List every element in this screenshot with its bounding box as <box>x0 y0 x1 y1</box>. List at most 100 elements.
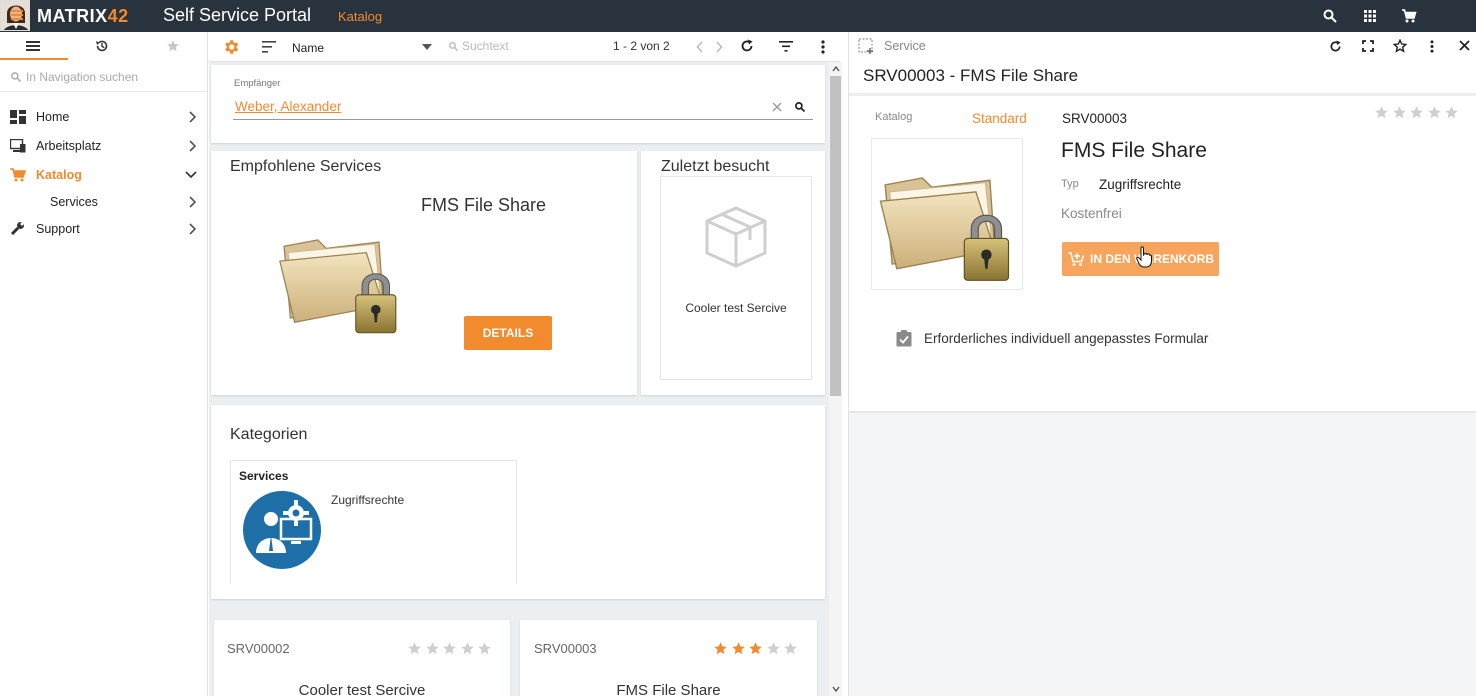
folder-lock-icon[interactable] <box>276 221 406 337</box>
workplace-icon <box>10 139 26 153</box>
list-item[interactable]: SRV00003 FMS File Share <box>520 620 817 696</box>
sidebar-item-home[interactable]: Home <box>0 104 207 130</box>
hand-cursor-icon <box>1136 246 1152 268</box>
cart-icon[interactable] <box>1401 8 1417 24</box>
settings-gear-icon[interactable] <box>222 38 240 56</box>
more-options-icon[interactable] <box>1430 40 1434 53</box>
navigation-search-placeholder: In Navigation suchen <box>26 70 139 84</box>
category-subtitle: Zugriffsrechte <box>331 493 405 507</box>
sidebar-item-support[interactable]: Support <box>0 216 207 242</box>
scroll-down-icon[interactable] <box>832 686 840 692</box>
chevron-down-icon <box>185 171 197 179</box>
sidebar-item-katalog[interactable]: Katalog <box>0 162 207 188</box>
recommended-service-name[interactable]: FMS File Share <box>421 195 546 216</box>
catalog-value[interactable]: Standard <box>972 111 1027 126</box>
user-settings-icon <box>243 491 321 569</box>
tab-navigation[interactable] <box>0 32 68 60</box>
navigation-search[interactable]: In Navigation suchen <box>0 62 207 92</box>
category-tile-services[interactable]: Services Zugriffsrechte <box>230 460 517 584</box>
list-toolbar: Name Suchtext 1 - 2 von 2 <box>209 32 840 62</box>
dropdown-arrow-icon[interactable] <box>422 44 432 50</box>
list-item-name: Cooler test Sercive <box>298 682 426 696</box>
scroll-up-icon[interactable] <box>832 66 840 72</box>
recent-item-name: Cooler test Sercive <box>685 301 787 315</box>
recommended-heading: Empfohlene Services <box>230 158 382 175</box>
apps-grid-icon[interactable] <box>1362 8 1378 24</box>
rating-star-icon[interactable] <box>1409 105 1424 120</box>
favorite-star-icon[interactable] <box>1393 39 1407 53</box>
tab-favorites[interactable] <box>138 32 206 60</box>
categories-heading: Kategorien <box>230 426 308 443</box>
rating-star-icon[interactable] <box>731 641 746 656</box>
content-scrollbar[interactable] <box>829 62 842 696</box>
service-id: SRV00003 <box>1062 111 1128 126</box>
refresh-icon[interactable] <box>740 39 754 53</box>
chevron-right-icon <box>189 140 197 152</box>
rating-star-icon[interactable] <box>442 641 457 656</box>
rating-star-icon[interactable] <box>1374 105 1389 120</box>
recommended-services-card: Empfohlene Services FMS File Share DETAI… <box>211 151 637 395</box>
rating-star-icon[interactable] <box>425 641 440 656</box>
sidebar-item-arbeitsplatz[interactable]: Arbeitsplatz <box>0 133 207 159</box>
list-search-input[interactable]: Suchtext <box>462 39 509 53</box>
rating-star-icon[interactable] <box>748 641 763 656</box>
wrench-icon <box>10 222 24 236</box>
breadcrumb-katalog[interactable]: Katalog <box>338 9 382 24</box>
service-select-icon[interactable] <box>858 38 875 55</box>
detail-header: Service <box>849 32 1476 60</box>
service-image <box>871 138 1023 290</box>
list-item[interactable]: SRV00002 Cooler test Sercive <box>214 620 510 696</box>
previous-page-icon[interactable] <box>696 41 704 53</box>
scrollbar-thumb[interactable] <box>830 76 841 396</box>
type-value: Zugriffsrechte <box>1099 177 1182 192</box>
filter-icon[interactable] <box>779 41 793 52</box>
catalog-content: Empfänger Weber, Alexander Empfohlene Se… <box>209 62 829 696</box>
service-name: FMS File Share <box>1061 139 1207 162</box>
recipient-card: Empfänger Weber, Alexander <box>211 65 825 143</box>
tab-history[interactable] <box>69 32 137 60</box>
refresh-icon[interactable] <box>1329 40 1342 53</box>
rating-star-icon[interactable] <box>1427 105 1442 120</box>
package-box-icon <box>705 206 767 268</box>
rating-star-icon[interactable] <box>477 641 492 656</box>
type-label: Typ <box>1061 178 1079 190</box>
left-navigation: In Navigation suchen Home Arbeitsplatz K… <box>0 32 208 696</box>
recipient-field[interactable]: Weber, Alexander <box>235 99 341 114</box>
close-icon[interactable] <box>1459 40 1470 51</box>
rating-star-icon[interactable] <box>460 641 475 656</box>
rating-star-icon[interactable] <box>1444 105 1459 120</box>
catalog-label: Katalog <box>875 111 913 123</box>
rating-star-icon[interactable] <box>713 641 728 656</box>
matrix42-logo[interactable]: MATRIX42 <box>37 6 129 27</box>
rating-star-icon[interactable] <box>783 641 798 656</box>
rating-star-icon[interactable] <box>407 641 422 656</box>
sort-icon[interactable] <box>262 41 276 53</box>
rating-stars[interactable] <box>407 641 507 657</box>
more-options-icon[interactable] <box>821 40 825 54</box>
service-detail-panel: Service SRV00003 - FMS File Share Katalo… <box>848 32 1476 696</box>
details-button[interactable]: DETAILS <box>464 316 552 350</box>
recent-item-tile[interactable]: Cooler test Sercive <box>660 176 812 380</box>
next-page-icon[interactable] <box>715 41 723 53</box>
clear-icon[interactable] <box>772 102 782 112</box>
sidebar-item-services[interactable]: Services <box>0 189 207 215</box>
recent-heading: Zuletzt besucht <box>661 158 770 175</box>
rating-star-icon[interactable] <box>766 641 781 656</box>
form-required-checkbox-icon[interactable] <box>896 330 912 347</box>
hamburger-menu-icon[interactable] <box>10 8 24 22</box>
fullscreen-icon[interactable] <box>1362 40 1374 52</box>
chevron-right-icon <box>189 196 197 208</box>
chevron-right-icon <box>189 223 197 235</box>
price-label: Kostenfrei <box>1061 206 1122 221</box>
dashboard-icon <box>10 110 26 124</box>
sort-field-select[interactable]: Name <box>292 41 324 55</box>
search-icon[interactable] <box>794 101 806 113</box>
search-icon <box>449 42 459 52</box>
rating-stars[interactable] <box>713 641 813 657</box>
add-to-cart-icon <box>1068 252 1085 266</box>
cart-icon <box>10 168 26 182</box>
rating-stars[interactable] <box>1374 105 1464 121</box>
categories-card: Kategorien Services Zugriffsrechte <box>211 405 825 599</box>
search-icon[interactable] <box>1322 8 1338 24</box>
rating-star-icon[interactable] <box>1392 105 1407 120</box>
